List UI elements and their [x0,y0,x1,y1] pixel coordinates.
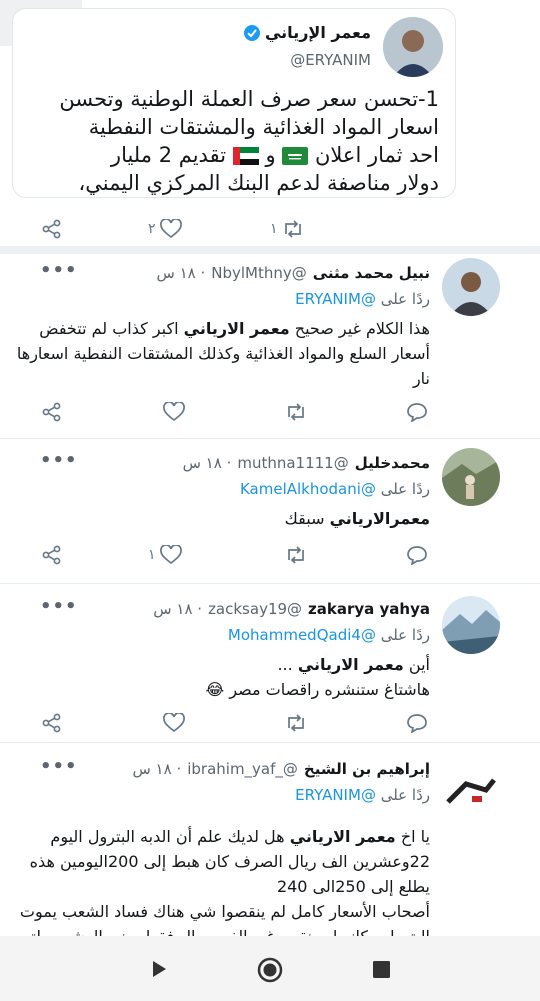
uae-flag-icon [232,147,259,165]
like-button[interactable]: ١ [148,545,182,565]
avatar[interactable] [383,17,443,77]
comment-icon [407,714,427,733]
recents-button[interactable] [373,961,390,978]
retweet-icon [284,220,301,238]
comment-icon [407,546,427,565]
avatar[interactable] [442,596,500,654]
timestamp: · ١٨ س [153,600,203,618]
replying-to: ردًا على @ERYANIM [295,290,430,308]
author-handle: @ERYANIM [290,51,371,69]
avatar[interactable] [442,762,500,820]
retweet-button[interactable] [285,546,307,564]
share-button[interactable] [42,219,62,239]
replying-to: ردًا على @MohammedQadi4 [227,626,430,644]
reply-text: هذا الكلام غير صحيح معمر الارياني اكبر ك… [16,319,430,388]
divider [0,583,540,584]
heart-icon [159,545,182,565]
reply-actions [0,710,540,736]
laughing-emoji-icon: 😂 [205,680,225,699]
reply-button[interactable] [406,545,428,565]
author-name: نبيل محمد مثنى [312,264,430,282]
square-icon [373,961,390,978]
replying-to: ردًا على @KamelAlkhodani [239,480,430,498]
saudi-flag-icon [282,147,309,165]
reply-header: نبيل محمد مثنى @NbylMthny · ١٨ س [156,264,430,282]
back-button[interactable] [150,960,168,978]
reply-actions: ١ [0,542,540,568]
more-options-button[interactable]: ••• [40,450,78,471]
avatar[interactable] [442,448,500,506]
author-handle: @NbylMthny [211,264,307,282]
home-circle-icon [257,957,283,983]
more-options-button[interactable]: ••• [40,596,78,617]
divider [0,742,540,743]
like-button[interactable] [163,713,185,733]
comment-icon [407,403,427,422]
play-triangle-icon [153,961,166,977]
retweet-button[interactable] [285,714,307,732]
share-icon [42,402,61,422]
verified-badge-icon [243,24,260,41]
mention-link[interactable]: @ERYANIM [295,290,376,308]
like-button[interactable]: ٢ [148,219,182,239]
share-icon [42,219,61,239]
system-navigation-bar [0,936,540,1001]
original-tweet-card[interactable]: معمر الإرياني @ERYANIM 1-تحسن سعر صرف ال… [12,8,456,198]
author-name: محمدخليل [354,454,430,472]
divider [0,246,540,254]
more-options-button[interactable]: ••• [40,756,78,777]
reply-button[interactable] [406,713,428,733]
reply-button[interactable] [406,402,428,422]
author-handle: @muthna1111 [237,454,349,472]
home-button[interactable] [257,957,283,983]
retweet-icon [288,403,304,421]
original-tweet-actions: ٢ ١ [0,216,540,242]
mention-link[interactable]: @MohammedQadi4 [228,626,376,644]
retweet-icon [288,714,304,732]
reply-header: zakarya yahya @zacksay19 · ١٨ س [153,600,430,618]
reply-text: أين معمر الارياني ... هاشتاغ ستنشره راقص… [205,655,430,699]
mention-link[interactable]: @KamelAlkhodani [240,480,376,498]
retweet-icon [288,546,304,564]
author-name: معمر الإرياني [243,23,371,42]
share-button[interactable] [42,713,62,733]
reply-text: معمرالارياني سبقك [284,509,430,528]
tweet-text: 1-تحسن سعر صرف العملة الوطنية وتحسن اسعا… [59,87,439,195]
heart-icon [159,219,182,239]
timestamp: · ١٨ س [182,454,232,472]
heart-icon [163,402,185,422]
reply-actions [0,399,540,425]
more-options-button[interactable]: ••• [40,260,78,281]
share-icon [42,713,61,733]
author-name: zakarya yahya [308,600,430,618]
avatar[interactable] [442,258,500,316]
like-button[interactable] [163,402,185,422]
share-button[interactable] [42,545,62,565]
mention-link[interactable]: @ERYANIM [295,786,376,804]
timestamp: · ١٨ س [156,264,206,282]
reply-header: إبراهيم بن الشيخ @_ibrahim_yaf · ١٨ س [132,760,430,778]
reply-tweet[interactable]: نبيل محمد مثنى @NbylMthny · ١٨ س ••• ردً… [0,254,540,437]
divider [0,438,540,439]
share-icon [42,545,61,565]
heart-icon [163,713,185,733]
retweet-button[interactable]: ١ [270,220,304,238]
replying-to: ردًا على @ERYANIM [295,786,430,804]
author-handle: @_ibrahim_yaf [187,760,298,778]
author-handle: @zacksay19 [208,600,303,618]
reply-tweet[interactable]: zakarya yahya @zacksay19 · ١٨ س ••• ردًا… [0,590,540,742]
reply-header: محمدخليل @muthna1111 · ١٨ س [183,454,430,472]
timestamp: · ١٨ س [132,760,182,778]
author-name: إبراهيم بن الشيخ [303,760,430,778]
reply-tweet[interactable]: محمدخليل @muthna1111 · ١٨ س ••• ردًا على… [0,444,540,582]
retweet-button[interactable] [285,403,307,421]
reply-tweet[interactable]: إبراهيم بن الشيخ @_ibrahim_yaf · ١٨ س ••… [0,750,540,936]
reply-text: يا اخ معمر الارياني هل لديك علم أن الدبه… [19,827,430,936]
share-button[interactable] [42,402,62,422]
